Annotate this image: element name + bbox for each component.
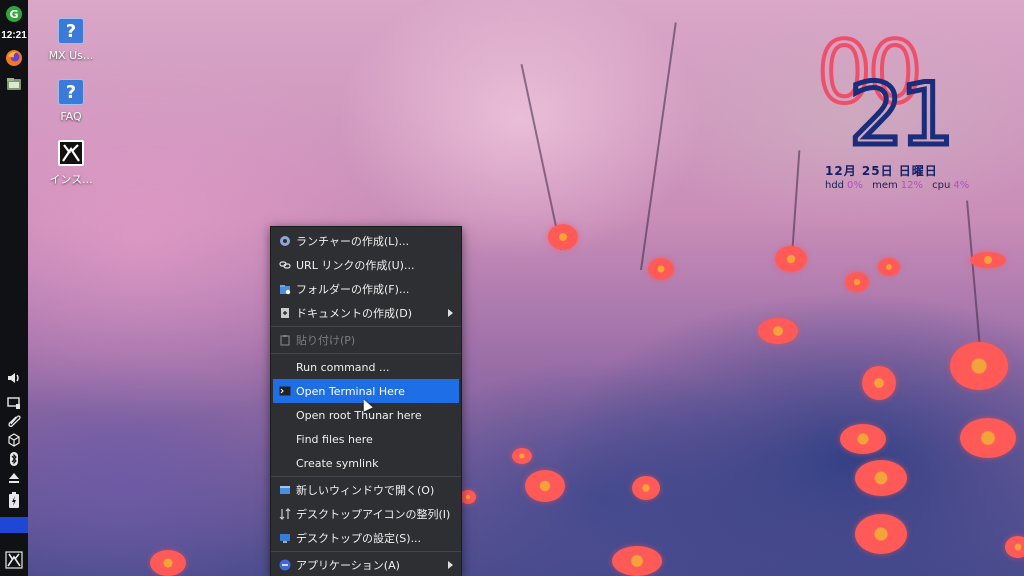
arrange-icon <box>278 508 291 521</box>
volume-icon[interactable] <box>4 368 24 388</box>
desktop-icon-mx-user[interactable]: ? MX Us... <box>42 18 100 62</box>
menu-item-create-symlink[interactable]: Create symlink <box>271 451 461 475</box>
conky-date: 12月 25日 日曜日 <box>825 164 938 178</box>
menu-item-find-files[interactable]: Find files here <box>271 427 461 451</box>
active-window-indicator[interactable] <box>0 517 28 533</box>
menu-item-label: Open Terminal Here <box>296 384 405 398</box>
paste-icon <box>278 334 291 347</box>
mx-logo-icon[interactable] <box>4 550 24 570</box>
menu-item-create-url-link[interactable]: URL リンクの作成(U)... <box>271 253 461 277</box>
bluetooth-icon[interactable] <box>4 449 24 469</box>
menu-g-icon[interactable]: G <box>4 4 24 24</box>
desktop-icon-label: インス... <box>49 173 93 186</box>
menu-separator <box>271 326 461 327</box>
menu-item-run-command[interactable]: Run command ... <box>271 355 461 379</box>
conky-stats: hdd 0% mem 12% cpu 4% <box>825 180 975 191</box>
menu-item-label: フォルダーの作成(F)... <box>296 283 410 296</box>
menu-item-label: デスクトップの設定(S)... <box>296 532 422 545</box>
menu-item-label: Create symlink <box>296 456 379 470</box>
menu-item-applications[interactable]: アプリケーション(A) <box>271 553 461 576</box>
mx-installer-icon <box>58 140 84 166</box>
applications-icon <box>278 559 291 572</box>
hdd-label: hdd <box>825 180 845 191</box>
firefox-icon[interactable] <box>4 48 24 68</box>
menu-item-open-new-window[interactable]: 新しいウィンドウで開く(O) <box>271 478 461 502</box>
folder-icon <box>278 283 291 296</box>
conky-clock-widget: 00 21 12月 25日 日曜日 hdd 0% mem 12% cpu 4% <box>815 28 985 200</box>
file-manager-icon[interactable] <box>4 74 24 94</box>
mem-value: 12% <box>900 180 923 191</box>
menu-item-paste[interactable]: 貼り付け(P) <box>271 328 461 352</box>
menu-separator <box>271 476 461 477</box>
panel-clock[interactable]: 12:21 <box>0 30 28 41</box>
desktop-settings-icon <box>278 532 291 545</box>
battery-icon[interactable] <box>4 490 24 510</box>
window-icon <box>278 484 291 497</box>
menu-separator <box>271 551 461 552</box>
menu-item-label: デスクトップアイコンの整列(I) <box>296 508 451 521</box>
desktop-icon-installer[interactable]: インス... <box>42 140 100 187</box>
menu-item-label: URL リンクの作成(U)... <box>296 259 415 272</box>
menu-item-label: Open root Thunar here <box>296 408 422 422</box>
menu-item-arrange-icons[interactable]: デスクトップアイコンの整列(I) <box>271 502 461 526</box>
document-icon <box>278 307 291 320</box>
menu-item-create-document[interactable]: ドキュメントの作成(D) <box>271 301 461 325</box>
menu-item-create-folder[interactable]: フォルダーの作成(F)... <box>271 277 461 301</box>
conky-minute: 21 <box>846 65 956 165</box>
desktop-icon-label: MX Us... <box>48 49 94 62</box>
eject-icon[interactable] <box>4 468 24 488</box>
terminal-icon <box>278 385 291 398</box>
menu-item-label: アプリケーション(A) <box>296 559 400 572</box>
cpu-value: 4% <box>953 180 970 191</box>
menu-item-label: 新しいウィンドウで開く(O) <box>296 484 435 497</box>
help-icon: ? <box>58 18 84 44</box>
menu-item-label: Find files here <box>296 432 373 446</box>
help-icon: ? <box>58 79 84 105</box>
link-icon <box>278 259 291 272</box>
submenu-arrow-icon <box>448 309 453 317</box>
svg-text:G: G <box>9 8 18 21</box>
clip-icon[interactable] <box>4 411 24 431</box>
menu-item-label: 貼り付け(P) <box>296 334 356 347</box>
menu-separator <box>271 353 461 354</box>
hdd-value: 0% <box>847 180 863 191</box>
submenu-arrow-icon <box>448 561 453 569</box>
mem-label: mem <box>872 180 898 191</box>
menu-item-label: Run command ... <box>296 360 390 374</box>
menu-item-label: ランチャーの作成(L)... <box>296 235 410 248</box>
desktop-icon-label: FAQ <box>60 110 82 123</box>
menu-item-label: ドキュメントの作成(D) <box>296 307 413 320</box>
launcher-icon <box>278 235 291 248</box>
package-icon[interactable] <box>4 430 24 450</box>
desktop-icon-faq[interactable]: ? FAQ <box>42 79 100 123</box>
display-icon[interactable] <box>4 393 24 413</box>
menu-item-create-launcher[interactable]: ランチャーの作成(L)... <box>271 229 461 253</box>
cpu-label: cpu <box>932 180 951 191</box>
taskbar: G 12:21 <box>0 0 28 576</box>
menu-item-desktop-settings[interactable]: デスクトップの設定(S)... <box>271 526 461 550</box>
